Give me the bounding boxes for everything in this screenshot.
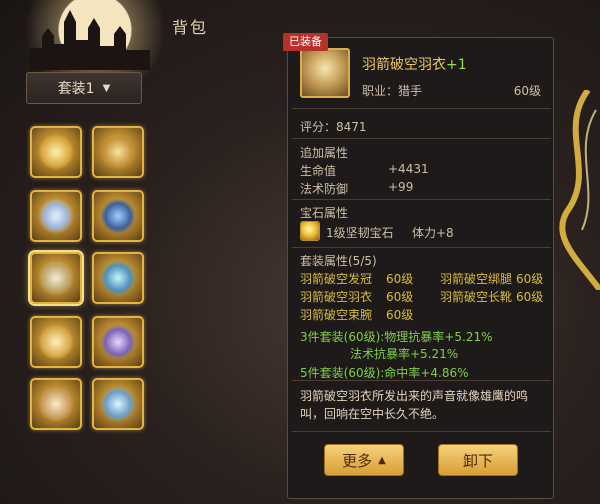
item-description: 羽箭破空羽衣所发出来的声音就像雄鹰的鸣叫，回响在空中长久不绝。 (300, 389, 529, 421)
divider (292, 108, 551, 109)
equipment-slot-ring[interactable] (92, 190, 144, 242)
gem-icon (300, 221, 320, 241)
set-bonus-3-line2: 法术抗暴率+5.21% (350, 347, 459, 361)
item-tooltip-panel: 羽箭破空羽衣+1 职业：猎手 60级 评分：8471 追加属性 生命值 +443… (287, 37, 554, 499)
set-piece-level: 60级 (386, 308, 414, 322)
caret-up-icon: ▲ (378, 454, 386, 466)
equipment-slot-earring[interactable] (92, 378, 144, 430)
set-piece-level: 60级 (386, 290, 414, 304)
item-enhance-level: +1 (446, 57, 467, 73)
set-piece-name: 羽箭破空绑腿 (440, 272, 513, 286)
set-piece-name: 羽箭破空束腕 (300, 308, 373, 322)
item-name-text: 羽箭破空羽衣 (362, 57, 446, 73)
boots-icon (38, 386, 74, 422)
attr-value-magic-defense: +99 (388, 180, 414, 194)
gem-bonus: 体力+8 (412, 226, 454, 240)
attr-value-hp: +4431 (388, 162, 429, 176)
set-bonus-5: 5件套装(60级):命中率+4.86% (300, 366, 469, 380)
equipment-slot-boots[interactable] (30, 378, 82, 430)
set-piece-name: 羽箭破空长靴 (440, 290, 513, 304)
castle-silhouette (30, 10, 150, 70)
divider (292, 199, 551, 200)
item-level-requirement: 60级 (513, 84, 541, 98)
equipment-slot-necklace[interactable] (92, 252, 144, 304)
armor-icon (300, 48, 350, 98)
set-piece-name: 羽箭破空羽衣 (300, 290, 373, 304)
item-score: 评分：8471 (300, 120, 367, 134)
gem-name: 1级坚韧宝石 (326, 226, 394, 240)
unequip-button-label: 卸下 (462, 451, 493, 470)
divider (292, 380, 551, 381)
legwear-icon (38, 324, 74, 360)
equipment-slot-shoulder[interactable] (92, 126, 144, 178)
set-piece-level: 60级 (386, 272, 414, 286)
shoulder-icon (100, 134, 136, 170)
earring-icon (100, 386, 136, 422)
more-button-label: 更多 (342, 451, 373, 470)
unequip-button[interactable]: 卸下 (438, 444, 518, 476)
helmet-icon (38, 134, 74, 170)
armor-icon (38, 260, 74, 296)
equipment-slot-bracelet[interactable] (92, 316, 144, 368)
equipment-slot-armor[interactable] (30, 252, 82, 304)
ring-icon (100, 198, 136, 234)
item-job-requirement: 职业：猎手 (362, 84, 423, 98)
set-piece-level: 60级 (516, 290, 544, 304)
attr-label-magic-defense: 法术防御 (300, 182, 349, 196)
gold-ribbon-decoration (559, 90, 600, 290)
equipped-badge: 已装备 (283, 33, 328, 51)
more-button[interactable]: 更多 ▲ (324, 444, 404, 476)
chevron-down-icon: ▼ (102, 82, 111, 94)
equipment-slot-weapon[interactable] (30, 190, 82, 242)
bracelet-icon (100, 324, 136, 360)
equipment-slot-leg[interactable] (30, 316, 82, 368)
set-piece-name: 羽箭破空发冠 (300, 272, 373, 286)
set-selector-dropdown[interactable]: 套装1 ▼ (26, 72, 142, 104)
extra-attrs-title: 追加属性 (300, 146, 349, 160)
divider (292, 138, 551, 139)
attr-label-hp: 生命值 (300, 164, 337, 178)
page-title: 背包 (172, 18, 209, 37)
necklace-icon (100, 260, 136, 296)
divider (292, 431, 551, 432)
set-bonus-3: 3件套装(60级):物理抗暴率+5.21% (300, 330, 493, 344)
divider (292, 247, 551, 248)
equipment-slot-head[interactable] (30, 126, 82, 178)
weapon-icon (38, 198, 74, 234)
gem-attrs-title: 宝石属性 (300, 206, 349, 220)
set-selector-label: 套装1 (57, 81, 95, 97)
item-name: 羽箭破空羽衣+1 (362, 54, 467, 74)
set-piece-level: 60级 (516, 272, 544, 286)
set-attrs-title: 套装属性(5/5) (300, 254, 377, 268)
